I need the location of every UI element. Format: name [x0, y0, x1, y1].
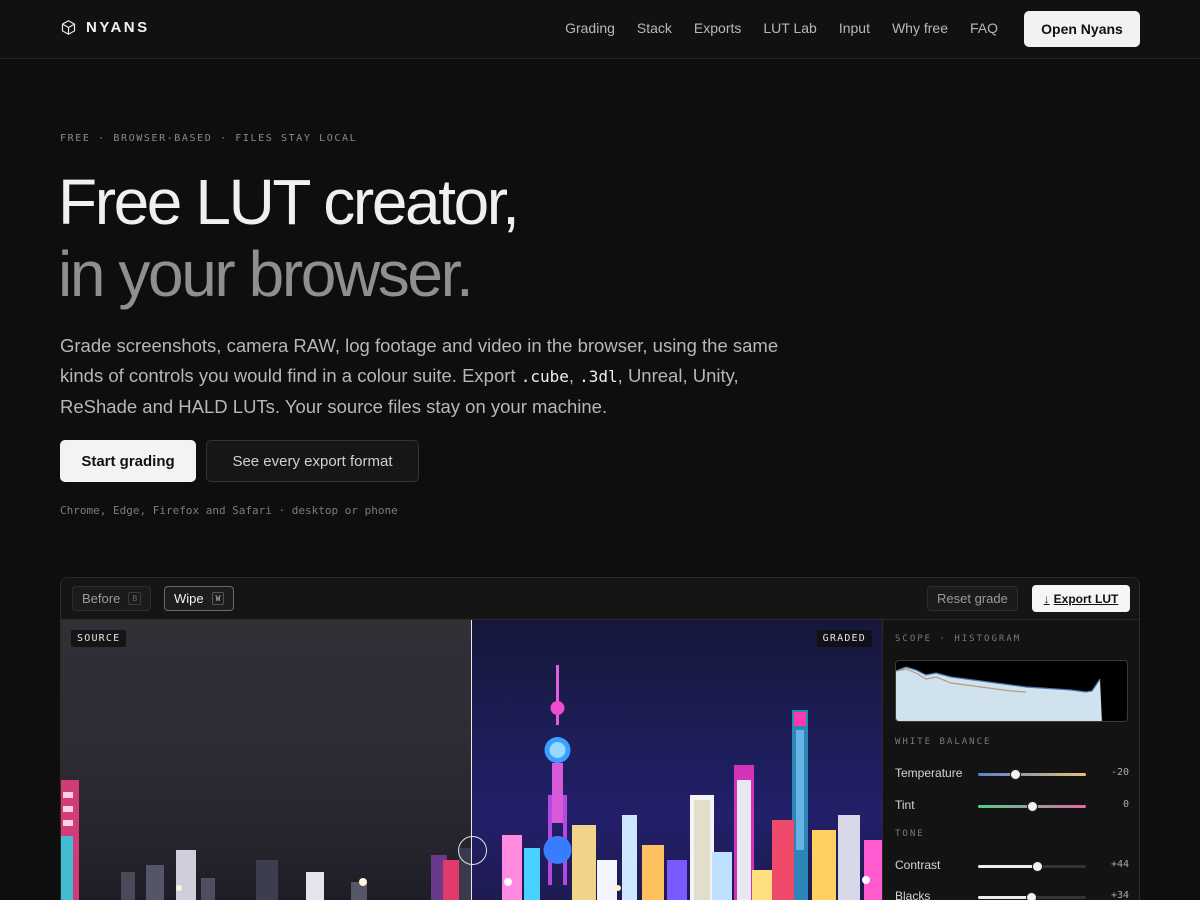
tint-knob[interactable] [1028, 802, 1037, 811]
histogram-graph [896, 666, 1102, 721]
histogram-scope [895, 660, 1128, 722]
open-nyans-button[interactable]: Open Nyans [1024, 11, 1140, 47]
contrast-value: +44 [1110, 859, 1129, 870]
contrast-track[interactable] [978, 862, 1086, 871]
blacks-value: +34 [1110, 890, 1129, 900]
page-title: Free LUT creator, in your browser. [58, 166, 520, 310]
graded-image: GRADED [472, 620, 882, 900]
start-grading-button[interactable]: Start grading [60, 440, 196, 482]
wipe-label: Wipe [174, 591, 204, 606]
browser-compat-note: Chrome, Edge, Firefox and Safari · deskt… [60, 504, 398, 517]
cube-icon [61, 20, 76, 35]
lede-separator: , [568, 365, 580, 386]
grading-app-preview: Before B Wipe W Reset grade ↓ Export LUT [60, 577, 1140, 900]
contrast-fill [978, 865, 1038, 868]
export-lut-button[interactable]: ↓ Export LUT [1032, 585, 1130, 612]
before-shortcut-key: B [128, 592, 142, 605]
temperature-track[interactable] [978, 770, 1086, 779]
wipe-shortcut-key: W [211, 592, 225, 605]
title-line-1: Free LUT creator, [58, 166, 520, 238]
hero-lede: Grade screenshots, camera RAW, log foota… [60, 331, 780, 422]
temperature-knob[interactable] [1010, 770, 1020, 779]
nav-link-grading[interactable]: Grading [565, 20, 615, 36]
tint-value: 0 [1122, 799, 1129, 810]
see-export-formats-button[interactable]: See every export format [206, 440, 419, 482]
tint-label: Tint [895, 798, 915, 812]
tint-track[interactable] [978, 802, 1086, 811]
before-label: Before [82, 591, 121, 606]
wipe-toggle-button[interactable]: Wipe W [164, 586, 235, 611]
temperature-label: Temperature [895, 766, 963, 780]
contrast-label: Contrast [895, 858, 941, 872]
export-lut-label: Export LUT [1053, 591, 1119, 606]
graded-skyline-image [502, 665, 882, 900]
nav-links: Grading Stack Exports LUT Lab Input Why … [565, 20, 998, 36]
tint-slider[interactable]: Tint 0 [895, 796, 1129, 816]
brand-logo[interactable]: NYANS [60, 19, 150, 36]
contrast-knob[interactable] [1033, 862, 1043, 871]
source-image: SOURCE [61, 620, 472, 900]
blacks-label: Blacks [895, 889, 931, 900]
image-viewer[interactable]: SOURCE GRADED [61, 620, 882, 900]
nav-link-faq[interactable]: FAQ [970, 20, 998, 36]
title-line-2: in your browser. [58, 238, 474, 310]
tone-heading: TONE [895, 829, 925, 839]
blacks-fill [978, 896, 1031, 899]
blacks-track[interactable] [978, 893, 1086, 900]
lede-code-3dl: .3dl [579, 367, 618, 386]
nav-link-exports[interactable]: Exports [694, 20, 741, 36]
blacks-knob[interactable] [1026, 893, 1036, 900]
white-balance-heading: WHITE BALANCE [895, 737, 992, 747]
source-tag: SOURCE [71, 630, 127, 647]
grading-side-panel: SCOPE · HISTOGRAM WHITE BALANCE Temperat… [882, 620, 1139, 900]
lede-code-cube: .cube [520, 367, 569, 386]
download-arrow-icon: ↓ [1043, 591, 1050, 606]
nav-link-why-free[interactable]: Why free [892, 20, 948, 36]
nav-link-lut-lab[interactable]: LUT Lab [763, 20, 816, 36]
nav-link-stack[interactable]: Stack [637, 20, 672, 36]
source-skyline-image [61, 620, 472, 900]
app-toolbar: Before B Wipe W Reset grade ↓ Export LUT [61, 578, 1139, 620]
hero-eyebrow: FREE · BROWSER-BASED · FILES STAY LOCAL [60, 133, 358, 144]
contrast-slider[interactable]: Contrast +44 [895, 856, 1129, 876]
temperature-value: -20 [1110, 767, 1129, 778]
top-nav: NYANS Grading Stack Exports LUT Lab Inpu… [0, 0, 1200, 59]
temperature-slider[interactable]: Temperature -20 [895, 764, 1129, 784]
blacks-slider[interactable]: Blacks +34 [895, 887, 1129, 900]
wipe-drag-handle[interactable] [458, 836, 487, 865]
nav-link-input[interactable]: Input [839, 20, 870, 36]
scope-heading: SCOPE · HISTOGRAM [895, 634, 1022, 644]
graded-tag: GRADED [816, 630, 872, 647]
brand-name: NYANS [86, 19, 150, 36]
before-toggle-button[interactable]: Before B [72, 586, 152, 611]
reset-grade-button[interactable]: Reset grade [927, 586, 1018, 611]
